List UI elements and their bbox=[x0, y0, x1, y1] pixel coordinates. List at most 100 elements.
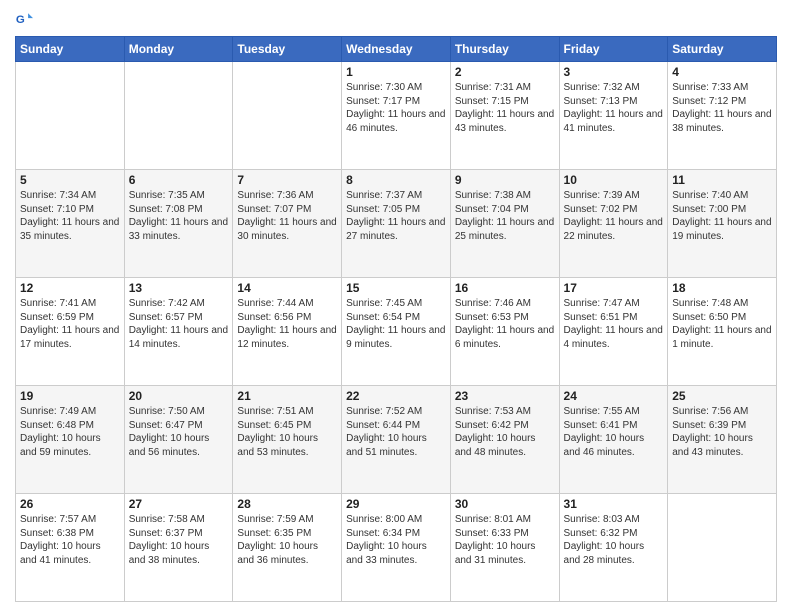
calendar-cell: 23Sunrise: 7:53 AM Sunset: 6:42 PM Dayli… bbox=[450, 386, 559, 494]
calendar-cell: 9 Sunrise: 7:38 AM Sunset: 7:04 PM Daylig… bbox=[450, 170, 559, 278]
calendar-cell: 27 Sunrise: 7:58 AM Sunset: 6:37 PM Dayli… bbox=[124, 494, 233, 602]
day-info: Sunrise: 7:50 AM Sunset: 6:47 PM Dayligh… bbox=[129, 405, 229, 459]
day-number: 19 bbox=[20, 389, 120, 403]
calendar-cell: 30 Sunrise: 8:01 AM Sunset: 6:33 PM Dayli… bbox=[450, 494, 559, 602]
calendar-day-header: Tuesday bbox=[233, 37, 342, 62]
day-number: 13 bbox=[129, 281, 229, 295]
calendar-day-header: Wednesday bbox=[342, 37, 451, 62]
day-info: Sunrise: 7:49 AM Sunset: 6:48 PM Dayligh… bbox=[20, 405, 120, 459]
day-info: Sunrise: 7:45 AM Sunset: 6:54 PM Dayligh… bbox=[346, 297, 446, 351]
day-info: Sunrise: 7:31 AM Sunset: 7:15 PM Dayligh… bbox=[455, 81, 555, 135]
calendar-cell: 5Sunrise: 7:34 AM Sunset: 7:10 PM Daylig… bbox=[16, 170, 125, 278]
calendar-day-header: Monday bbox=[124, 37, 233, 62]
calendar-cell: 6 Sunrise: 7:35 AM Sunset: 7:08 PM Daylig… bbox=[124, 170, 233, 278]
calendar-cell: 4 Sunrise: 7:33 AM Sunset: 7:12 PM Daylig… bbox=[668, 62, 777, 170]
day-info: Sunrise: 7:53 AM Sunset: 6:42 PM Dayligh… bbox=[455, 405, 555, 459]
calendar-cell: 1 Sunrise: 7:30 AM Sunset: 7:17 PM Daylig… bbox=[342, 62, 451, 170]
day-number: 6 bbox=[129, 173, 229, 187]
header: G bbox=[15, 10, 777, 28]
day-info: Sunrise: 7:35 AM Sunset: 7:08 PM Dayligh… bbox=[129, 189, 229, 243]
day-number: 27 bbox=[129, 497, 229, 511]
calendar-cell bbox=[668, 494, 777, 602]
calendar-cell: 31 Sunrise: 8:03 AM Sunset: 6:32 PM Dayli… bbox=[559, 494, 668, 602]
day-number: 21 bbox=[237, 389, 337, 403]
calendar-cell: 28Sunrise: 7:59 AM Sunset: 6:35 PM Dayli… bbox=[233, 494, 342, 602]
day-number: 24 bbox=[564, 389, 664, 403]
day-info: Sunrise: 8:00 AM Sunset: 6:34 PM Dayligh… bbox=[346, 513, 446, 567]
day-number: 14 bbox=[237, 281, 337, 295]
day-info: Sunrise: 7:32 AM Sunset: 7:13 PM Dayligh… bbox=[564, 81, 664, 135]
calendar-cell: 19 Sunrise: 7:49 AM Sunset: 6:48 PM Dayli… bbox=[16, 386, 125, 494]
calendar-week-row: 5Sunrise: 7:34 AM Sunset: 7:10 PM Daylig… bbox=[16, 170, 777, 278]
calendar-header-row: SundayMondayTuesdayWednesdayThursdayFrid… bbox=[16, 37, 777, 62]
day-number: 28 bbox=[237, 497, 337, 511]
calendar-day-header: Saturday bbox=[668, 37, 777, 62]
calendar-cell: 7 Sunrise: 7:36 AM Sunset: 7:07 PM Daylig… bbox=[233, 170, 342, 278]
day-number: 18 bbox=[672, 281, 772, 295]
calendar-week-row: 1 Sunrise: 7:30 AM Sunset: 7:17 PM Daylig… bbox=[16, 62, 777, 170]
day-info: Sunrise: 7:44 AM Sunset: 6:56 PM Dayligh… bbox=[237, 297, 337, 351]
day-info: Sunrise: 7:39 AM Sunset: 7:02 PM Dayligh… bbox=[564, 189, 664, 243]
calendar-cell: 22 Sunrise: 7:52 AM Sunset: 6:44 PM Dayli… bbox=[342, 386, 451, 494]
day-number: 2 bbox=[455, 65, 555, 79]
day-info: Sunrise: 7:34 AM Sunset: 7:10 PM Dayligh… bbox=[20, 189, 120, 243]
day-number: 26 bbox=[20, 497, 120, 511]
day-info: Sunrise: 8:01 AM Sunset: 6:33 PM Dayligh… bbox=[455, 513, 555, 567]
calendar-cell: 2 Sunrise: 7:31 AM Sunset: 7:15 PM Daylig… bbox=[450, 62, 559, 170]
calendar-cell: 25Sunrise: 7:56 AM Sunset: 6:39 PM Dayli… bbox=[668, 386, 777, 494]
day-number: 22 bbox=[346, 389, 446, 403]
calendar-cell: 29 Sunrise: 8:00 AM Sunset: 6:34 PM Dayli… bbox=[342, 494, 451, 602]
calendar-cell: 3 Sunrise: 7:32 AM Sunset: 7:13 PM Daylig… bbox=[559, 62, 668, 170]
calendar-cell: 17 Sunrise: 7:47 AM Sunset: 6:51 PM Dayli… bbox=[559, 278, 668, 386]
day-number: 1 bbox=[346, 65, 446, 79]
day-info: Sunrise: 7:58 AM Sunset: 6:37 PM Dayligh… bbox=[129, 513, 229, 567]
day-number: 7 bbox=[237, 173, 337, 187]
day-info: Sunrise: 7:41 AM Sunset: 6:59 PM Dayligh… bbox=[20, 297, 120, 351]
day-number: 29 bbox=[346, 497, 446, 511]
day-info: Sunrise: 7:55 AM Sunset: 6:41 PM Dayligh… bbox=[564, 405, 664, 459]
day-info: Sunrise: 7:47 AM Sunset: 6:51 PM Dayligh… bbox=[564, 297, 664, 351]
day-info: Sunrise: 7:48 AM Sunset: 6:50 PM Dayligh… bbox=[672, 297, 772, 351]
day-info: Sunrise: 7:46 AM Sunset: 6:53 PM Dayligh… bbox=[455, 297, 555, 351]
calendar-day-header: Sunday bbox=[16, 37, 125, 62]
calendar-week-row: 26 Sunrise: 7:57 AM Sunset: 6:38 PM Dayli… bbox=[16, 494, 777, 602]
svg-text:G: G bbox=[16, 14, 25, 26]
calendar-cell bbox=[16, 62, 125, 170]
calendar-cell: 10Sunrise: 7:39 AM Sunset: 7:02 PM Dayli… bbox=[559, 170, 668, 278]
day-info: Sunrise: 7:33 AM Sunset: 7:12 PM Dayligh… bbox=[672, 81, 772, 135]
day-number: 31 bbox=[564, 497, 664, 511]
day-number: 16 bbox=[455, 281, 555, 295]
calendar-table: SundayMondayTuesdayWednesdayThursdayFrid… bbox=[15, 36, 777, 602]
day-info: Sunrise: 7:52 AM Sunset: 6:44 PM Dayligh… bbox=[346, 405, 446, 459]
day-info: Sunrise: 7:36 AM Sunset: 7:07 PM Dayligh… bbox=[237, 189, 337, 243]
day-number: 3 bbox=[564, 65, 664, 79]
calendar-week-row: 19 Sunrise: 7:49 AM Sunset: 6:48 PM Dayli… bbox=[16, 386, 777, 494]
calendar-cell: 14 Sunrise: 7:44 AM Sunset: 6:56 PM Dayli… bbox=[233, 278, 342, 386]
day-info: Sunrise: 7:57 AM Sunset: 6:38 PM Dayligh… bbox=[20, 513, 120, 567]
day-number: 4 bbox=[672, 65, 772, 79]
day-info: Sunrise: 7:38 AM Sunset: 7:04 PM Dayligh… bbox=[455, 189, 555, 243]
day-number: 9 bbox=[455, 173, 555, 187]
calendar-cell bbox=[233, 62, 342, 170]
day-number: 30 bbox=[455, 497, 555, 511]
calendar-cell: 15 Sunrise: 7:45 AM Sunset: 6:54 PM Dayli… bbox=[342, 278, 451, 386]
calendar-cell: 16 Sunrise: 7:46 AM Sunset: 6:53 PM Dayli… bbox=[450, 278, 559, 386]
calendar-cell: 24 Sunrise: 7:55 AM Sunset: 6:41 PM Dayli… bbox=[559, 386, 668, 494]
calendar-cell: 26 Sunrise: 7:57 AM Sunset: 6:38 PM Dayli… bbox=[16, 494, 125, 602]
day-info: Sunrise: 8:03 AM Sunset: 6:32 PM Dayligh… bbox=[564, 513, 664, 567]
day-number: 12 bbox=[20, 281, 120, 295]
day-info: Sunrise: 7:40 AM Sunset: 7:00 PM Dayligh… bbox=[672, 189, 772, 243]
calendar-day-header: Friday bbox=[559, 37, 668, 62]
day-number: 11 bbox=[672, 173, 772, 187]
calendar-week-row: 12 Sunrise: 7:41 AM Sunset: 6:59 PM Dayli… bbox=[16, 278, 777, 386]
day-number: 15 bbox=[346, 281, 446, 295]
calendar-day-header: Thursday bbox=[450, 37, 559, 62]
day-info: Sunrise: 7:30 AM Sunset: 7:17 PM Dayligh… bbox=[346, 81, 446, 135]
day-info: Sunrise: 7:42 AM Sunset: 6:57 PM Dayligh… bbox=[129, 297, 229, 351]
logo-icon: G bbox=[15, 10, 33, 28]
day-number: 8 bbox=[346, 173, 446, 187]
day-info: Sunrise: 7:51 AM Sunset: 6:45 PM Dayligh… bbox=[237, 405, 337, 459]
day-number: 25 bbox=[672, 389, 772, 403]
day-number: 17 bbox=[564, 281, 664, 295]
calendar-cell: 11 Sunrise: 7:40 AM Sunset: 7:00 PM Dayli… bbox=[668, 170, 777, 278]
